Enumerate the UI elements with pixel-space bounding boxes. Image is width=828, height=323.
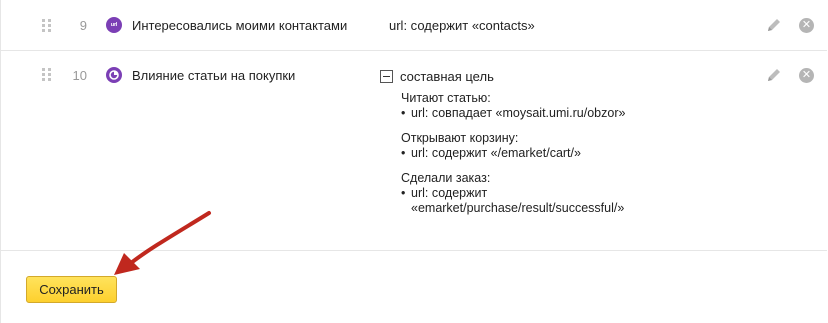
- step-title: Читают статью:: [401, 91, 491, 105]
- goal-number: 10: [72, 68, 87, 83]
- drag-handle-icon[interactable]: [42, 19, 52, 33]
- delete-icon[interactable]: ✕: [799, 68, 814, 83]
- goal-step: Сделали заказ: url: содержит «emarket/pu…: [401, 171, 710, 216]
- composite-goal-details: составная цель Читают статью: url: совпа…: [380, 68, 710, 216]
- step-title: Открывают корзину:: [401, 131, 519, 145]
- goal-step: Читают статью: url: совпадает «moysait.u…: [401, 91, 710, 121]
- delete-icon[interactable]: ✕: [799, 18, 814, 33]
- step-condition-line: «emarket/purchase/result/successful/»: [411, 201, 625, 215]
- goals-list: 9 url Интересовались моими контактами ur…: [0, 0, 827, 323]
- goal-name: Интересовались моими контактами: [132, 18, 348, 33]
- save-button[interactable]: Сохранить: [26, 276, 117, 303]
- step-title: Сделали заказ:: [401, 171, 491, 185]
- url-icon-label: url: [110, 22, 118, 28]
- pencil-icon[interactable]: [766, 67, 782, 83]
- drag-handle-icon[interactable]: [42, 68, 52, 82]
- goal-step: Открывают корзину: url: содержит «/emark…: [401, 131, 710, 161]
- pencil-icon[interactable]: [766, 17, 782, 33]
- step-condition: url: содержит «emarket/purchase/result/s…: [401, 186, 710, 216]
- goal-condition: url: содержит «contacts»: [389, 18, 535, 33]
- goal-name: Влияние статьи на покупки: [132, 68, 296, 83]
- step-condition: url: содержит «/emarket/cart/»: [401, 146, 710, 161]
- url-icon: url: [106, 17, 122, 33]
- goal-number: 9: [79, 18, 87, 33]
- collapse-icon[interactable]: [380, 69, 393, 83]
- composite-goal-icon: [106, 67, 122, 83]
- step-condition-line: url: содержит: [411, 186, 488, 200]
- goal-row: 9 url Интересовались моими контактами ur…: [1, 0, 827, 51]
- composite-goal-label: составная цель: [400, 68, 494, 84]
- step-condition: url: совпадает «moysait.umi.ru/obzor»: [401, 106, 710, 121]
- goal-row: 10 Влияние статьи на покупки составная ц…: [1, 51, 827, 251]
